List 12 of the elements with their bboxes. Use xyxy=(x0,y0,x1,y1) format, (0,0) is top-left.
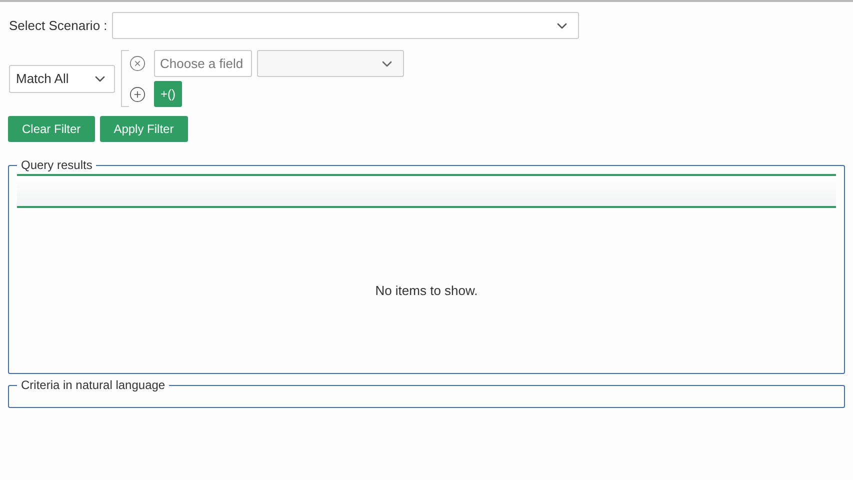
filter-button[interactable]: Apply Filter xyxy=(100,116,188,142)
field-label: Select Scenario : xyxy=(9,16,108,35)
remove-icon[interactable] xyxy=(129,55,146,72)
panel-legend: Query results xyxy=(17,156,96,174)
empty-message: No items to show. xyxy=(375,282,478,300)
filter-button[interactable]: Clear Filter xyxy=(8,116,95,142)
add-group-button[interactable]: +() xyxy=(154,81,182,107)
add-icon[interactable] xyxy=(129,86,146,102)
panel-legend: Criteria in natural language xyxy=(17,376,170,394)
group-bracket xyxy=(121,50,129,107)
match-select[interactable]: Match All xyxy=(9,64,115,92)
field-input[interactable]: Choose a field xyxy=(154,50,252,77)
